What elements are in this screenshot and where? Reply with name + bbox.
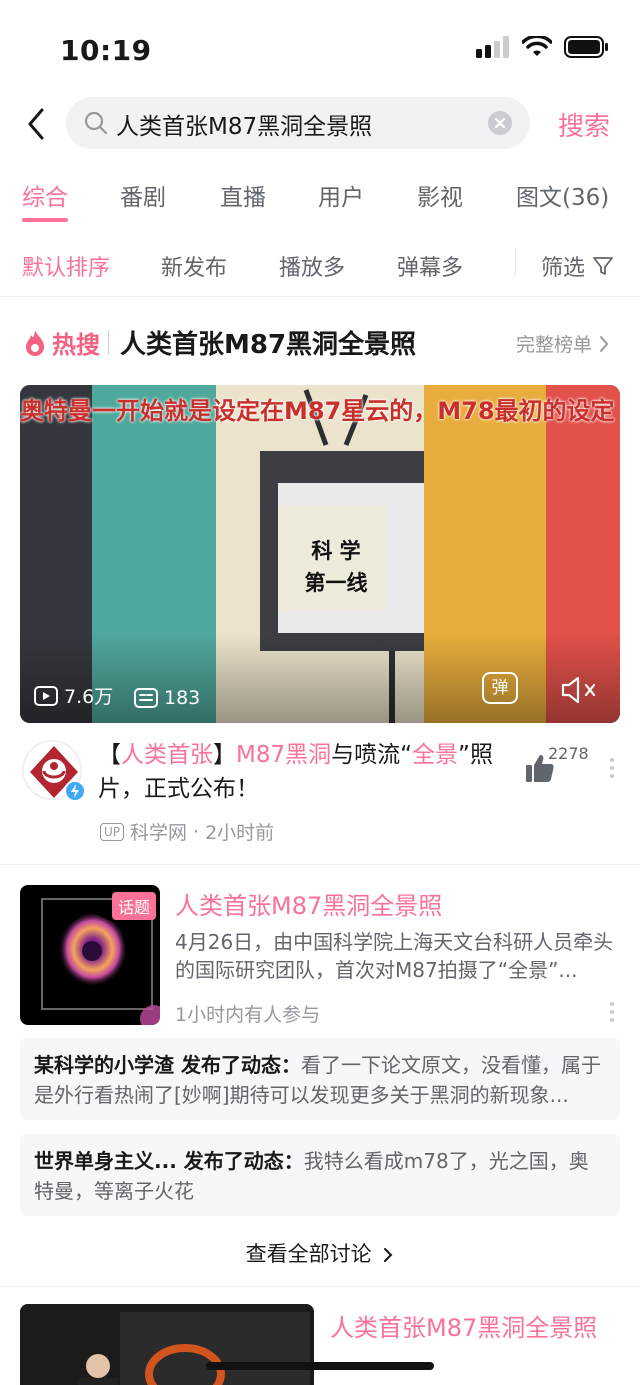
title-text: 与喷流“ xyxy=(331,742,413,768)
topic-title[interactable]: 人类首张M87黑洞全景照 xyxy=(175,886,442,921)
sort-most-played[interactable]: 播放多 xyxy=(279,250,345,282)
danmaku-toggle-button[interactable]: 弹 xyxy=(482,672,518,704)
see-all-label: 查看全部讨论 xyxy=(245,1242,372,1266)
comment-action: 发布了动态： xyxy=(174,1053,301,1077)
divider xyxy=(0,864,640,865)
hot-search-title[interactable]: 人类首张M87黑洞全景照 xyxy=(120,324,416,361)
title-highlight: M87黑洞 xyxy=(236,742,332,768)
filter-icon xyxy=(593,257,613,275)
chevron-right-icon xyxy=(384,1248,393,1262)
chevron-right-icon xyxy=(600,335,609,352)
up-badge: UP xyxy=(100,822,125,841)
danmaku-count-value: 183 xyxy=(164,687,201,709)
video-title[interactable]: 人类首张M87黑洞全景照 xyxy=(330,1308,597,1343)
video-subtitle: 奥特曼一开始就是设定在M87星云的，M78最初的设定 xyxy=(20,397,615,425)
title-text: 【 xyxy=(98,742,121,768)
topic-participation: 1小时内有人参与 xyxy=(175,1004,321,1026)
like-count: 2278 xyxy=(548,744,589,763)
more-options-icon[interactable] xyxy=(609,758,615,778)
view-count: 7.6万 xyxy=(34,682,113,709)
signal-icon xyxy=(476,36,509,58)
video-overlay xyxy=(20,633,620,723)
video-meta: UP 科学网 · 2小时前 xyxy=(100,818,274,845)
tab-anime[interactable]: 番剧 xyxy=(120,178,166,212)
back-button[interactable] xyxy=(22,104,52,144)
see-all-discussions-link[interactable]: 查看全部讨论 xyxy=(0,1238,640,1268)
topic-badge: 话题 xyxy=(112,892,157,920)
play-count-icon xyxy=(34,685,58,706)
sort-default[interactable]: 默认排序 xyxy=(22,250,110,282)
uploader-name[interactable]: 科学网 xyxy=(130,818,187,845)
mute-icon[interactable] xyxy=(560,675,600,705)
video-thumbnail[interactable] xyxy=(20,1304,314,1385)
topic-description: 4月26日，由中国科学院上海天文台科研人员牵头的国际研究团队，首次对M87拍摄了… xyxy=(175,930,614,982)
sort-most-danmaku[interactable]: 弹幕多 xyxy=(397,250,463,282)
divider xyxy=(108,330,109,354)
sort-newest[interactable]: 新发布 xyxy=(161,250,227,282)
thumbnail-text: 第一线 xyxy=(304,571,368,595)
tab-indicator xyxy=(22,218,68,222)
discussion-item[interactable]: 世界单身主义... 发布了动态：我特么看成m78了，光之国，奥特曼，等离子火花 xyxy=(20,1134,620,1216)
status-icons xyxy=(476,36,610,58)
divider xyxy=(0,296,640,297)
danmaku-icon xyxy=(134,688,158,708)
search-button[interactable]: 搜索 xyxy=(558,106,610,143)
thumbnail-text: 科 学 xyxy=(311,539,361,563)
publish-time: 2小时前 xyxy=(205,822,275,844)
battery-icon xyxy=(564,36,608,58)
video-player[interactable]: 科 学 第一线 奥特曼一开始就是设定在M87星云的，M78最初的设定 7.6万 … xyxy=(20,385,620,723)
filter-button[interactable]: 筛选 xyxy=(541,250,615,282)
discussion-item[interactable]: 某科学的小学渣 发布了动态：看了一下论文原文，没看懂，属于是外行看热闹了[妙啊]… xyxy=(20,1038,620,1120)
video-title[interactable]: 【人类首张】M87黑洞与喷流“全景”照片，正式公布！ xyxy=(98,738,518,806)
search-icon xyxy=(84,111,108,135)
title-text: 】 xyxy=(213,742,236,768)
filter-label: 筛选 xyxy=(541,256,586,281)
tab-live[interactable]: 直播 xyxy=(220,178,266,212)
more-options-icon[interactable] xyxy=(609,1002,615,1022)
title-highlight: 人类首张 xyxy=(121,742,213,768)
hot-search-logo-text: 热搜 xyxy=(52,331,100,359)
clear-icon[interactable] xyxy=(488,111,512,135)
tab-users[interactable]: 用户 xyxy=(318,178,364,212)
comment-user: 某科学的小学渣 xyxy=(34,1053,174,1077)
divider xyxy=(515,250,516,276)
wifi-icon xyxy=(522,36,552,56)
tab-all[interactable]: 综合 xyxy=(22,178,68,212)
thumbnail-image xyxy=(20,1304,314,1385)
danmaku-count: 183 xyxy=(134,687,200,709)
title-highlight: 全景 xyxy=(412,742,459,768)
close-icon xyxy=(494,117,506,129)
chevron-left-icon xyxy=(28,108,44,140)
search-query[interactable]: 人类首张M87黑洞全景照 xyxy=(116,107,372,141)
full-ranking-link[interactable]: 完整榜单 xyxy=(516,330,610,357)
tab-articles[interactable]: 图文(36) xyxy=(516,178,609,212)
divider xyxy=(0,1286,640,1287)
verified-badge-icon xyxy=(64,780,86,802)
hot-search-logo: 热搜 xyxy=(22,325,100,360)
search-input[interactable]: 人类首张M87黑洞全景照 xyxy=(66,97,530,149)
comment-action: 发布了动态： xyxy=(176,1149,304,1173)
meta-dot: · xyxy=(193,820,200,843)
home-indicator xyxy=(206,1362,434,1370)
comment-user: 世界单身主义... xyxy=(34,1149,177,1173)
status-time: 10:19 xyxy=(60,34,152,67)
view-count-value: 7.6万 xyxy=(64,686,114,708)
full-ranking-label: 完整榜单 xyxy=(516,334,593,356)
flame-icon xyxy=(26,329,44,356)
result-tabs: 综合 番剧 直播 用户 影视 图文(36) xyxy=(0,178,640,222)
tab-film[interactable]: 影视 xyxy=(417,178,463,212)
